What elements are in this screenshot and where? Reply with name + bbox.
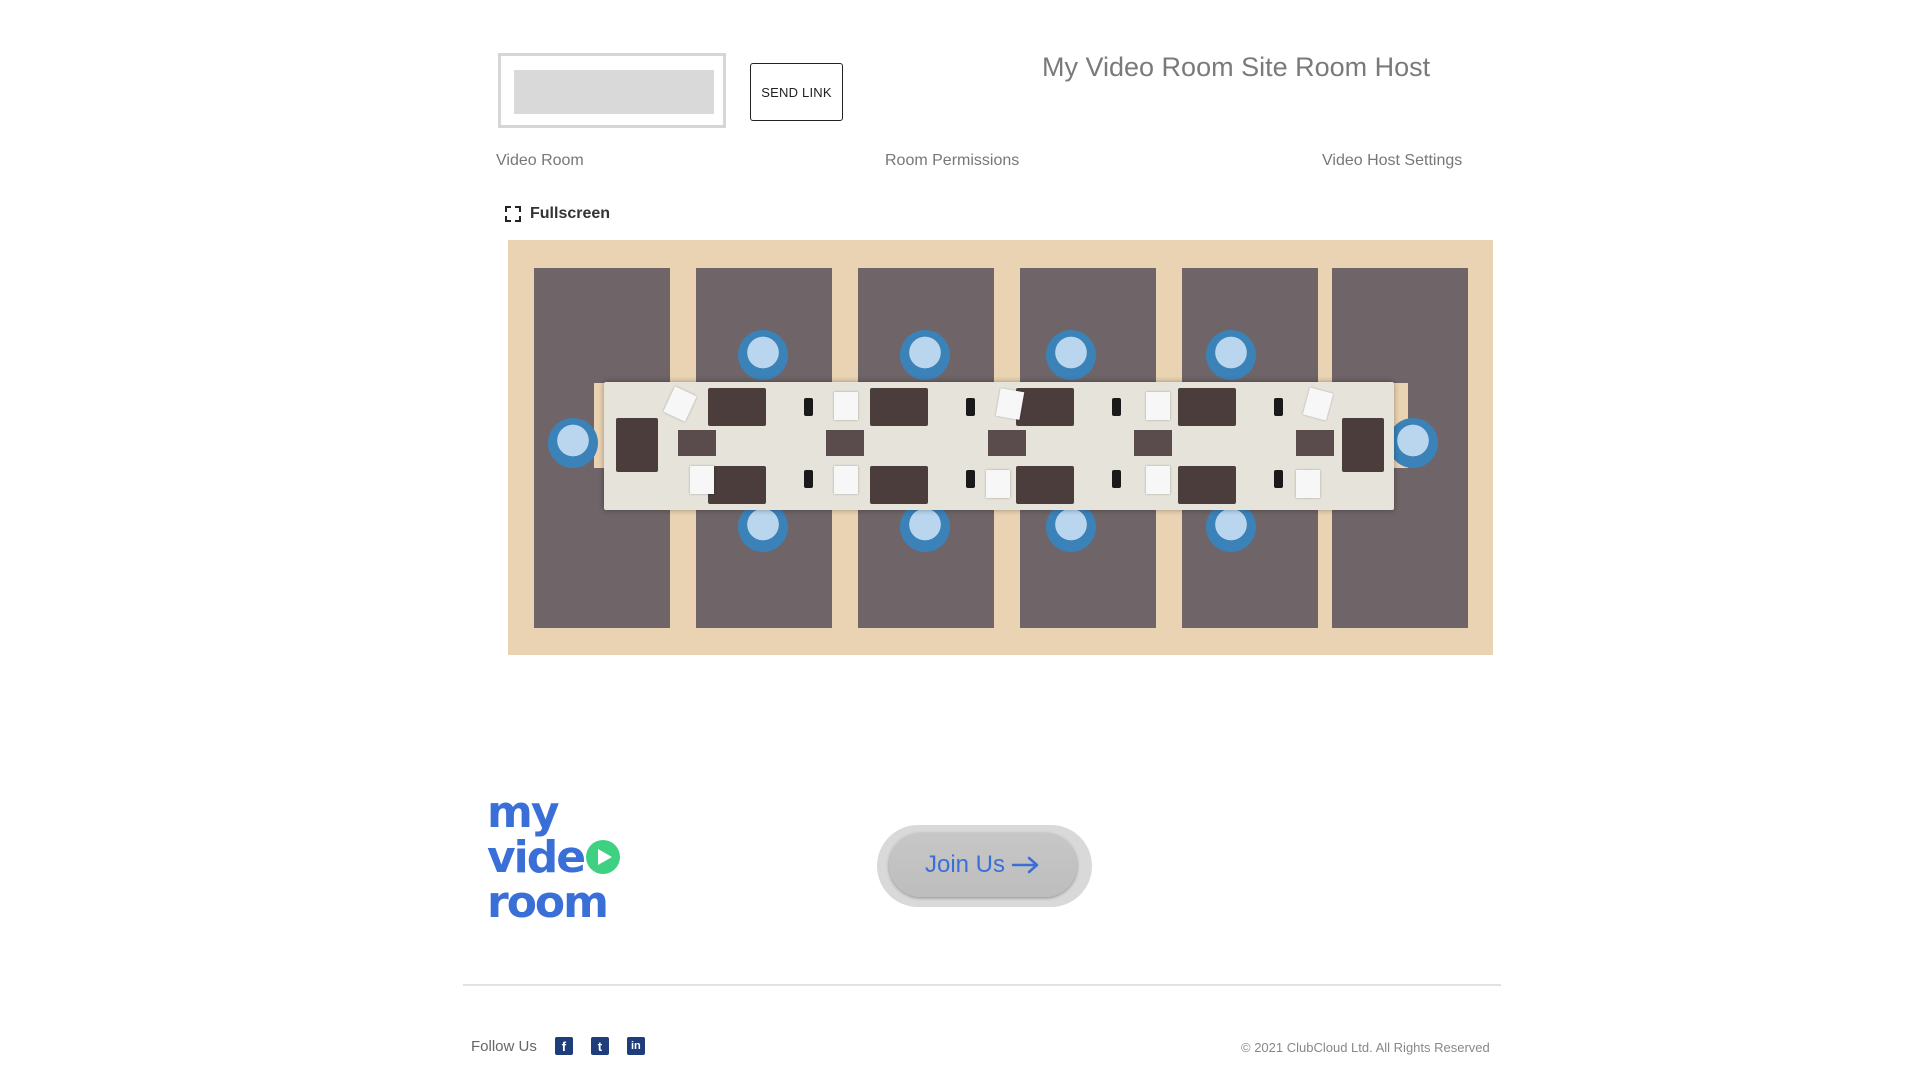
- tablet: [826, 430, 864, 456]
- facebook-icon[interactable]: f: [554, 1037, 573, 1055]
- phone: [1274, 470, 1283, 488]
- phone: [966, 398, 975, 416]
- footer-divider: [463, 984, 1501, 986]
- join-us-button[interactable]: Join Us: [877, 825, 1092, 907]
- play-icon: [586, 840, 621, 874]
- follow-us: Follow Us f t in: [471, 1037, 645, 1055]
- chair: [1046, 330, 1096, 380]
- phone: [966, 470, 975, 488]
- tablet: [988, 430, 1026, 456]
- phone: [804, 398, 813, 416]
- laptop: [1178, 466, 1236, 504]
- paper: [690, 466, 714, 494]
- chair: [900, 330, 950, 380]
- tablet: [678, 430, 716, 456]
- paper: [995, 388, 1025, 420]
- phone: [804, 470, 813, 488]
- phone: [1112, 398, 1121, 416]
- chair: [548, 418, 598, 468]
- laptop: [708, 466, 766, 504]
- laptop: [1342, 418, 1384, 472]
- fullscreen-button[interactable]: Fullscreen: [504, 205, 610, 223]
- paper: [1146, 392, 1170, 420]
- paper: [834, 466, 858, 494]
- laptop: [870, 388, 928, 426]
- paper: [663, 386, 697, 422]
- chair: [1206, 330, 1256, 380]
- page-title: My Video Room Site Room Host: [1042, 52, 1431, 82]
- tab-video-room[interactable]: Video Room: [496, 152, 584, 170]
- phone: [1112, 470, 1121, 488]
- laptop: [1016, 466, 1074, 504]
- conference-table: [604, 382, 1394, 510]
- send-link-button[interactable]: SEND LINK: [750, 63, 843, 121]
- logo: my vide room: [487, 790, 621, 925]
- phone: [1274, 398, 1283, 416]
- copyright: © 2021 ClubCloud Ltd. All Rights Reserve…: [1241, 1040, 1490, 1055]
- expand-icon: [505, 206, 521, 222]
- tab-room-permissions[interactable]: Room Permissions: [885, 152, 1019, 170]
- tab-video-host-settings[interactable]: Video Host Settings: [1322, 152, 1462, 170]
- paper: [1302, 387, 1334, 421]
- tablet: [1134, 430, 1172, 456]
- laptop: [1178, 388, 1236, 426]
- room-link-placeholder: [514, 70, 714, 114]
- paper: [834, 392, 858, 420]
- rug: [1332, 268, 1468, 383]
- paper: [986, 470, 1010, 498]
- laptop: [616, 418, 658, 472]
- twitter-icon[interactable]: t: [590, 1037, 609, 1055]
- follow-us-label: Follow Us: [471, 1037, 537, 1055]
- fullscreen-label: Fullscreen: [530, 205, 611, 222]
- chair: [738, 330, 788, 380]
- room-link-field[interactable]: [498, 53, 726, 128]
- laptop: [1016, 388, 1074, 426]
- arrow-right-icon: [1011, 856, 1039, 874]
- tablet: [1296, 430, 1334, 456]
- join-us-label: Join Us: [924, 851, 1006, 878]
- rug: [534, 268, 670, 383]
- laptop: [870, 466, 928, 504]
- video-room-scene[interactable]: [508, 240, 1493, 655]
- linkedin-icon[interactable]: in: [626, 1037, 645, 1055]
- paper: [1146, 466, 1170, 494]
- chair: [1388, 418, 1438, 468]
- paper: [1296, 470, 1320, 498]
- laptop: [708, 388, 766, 426]
